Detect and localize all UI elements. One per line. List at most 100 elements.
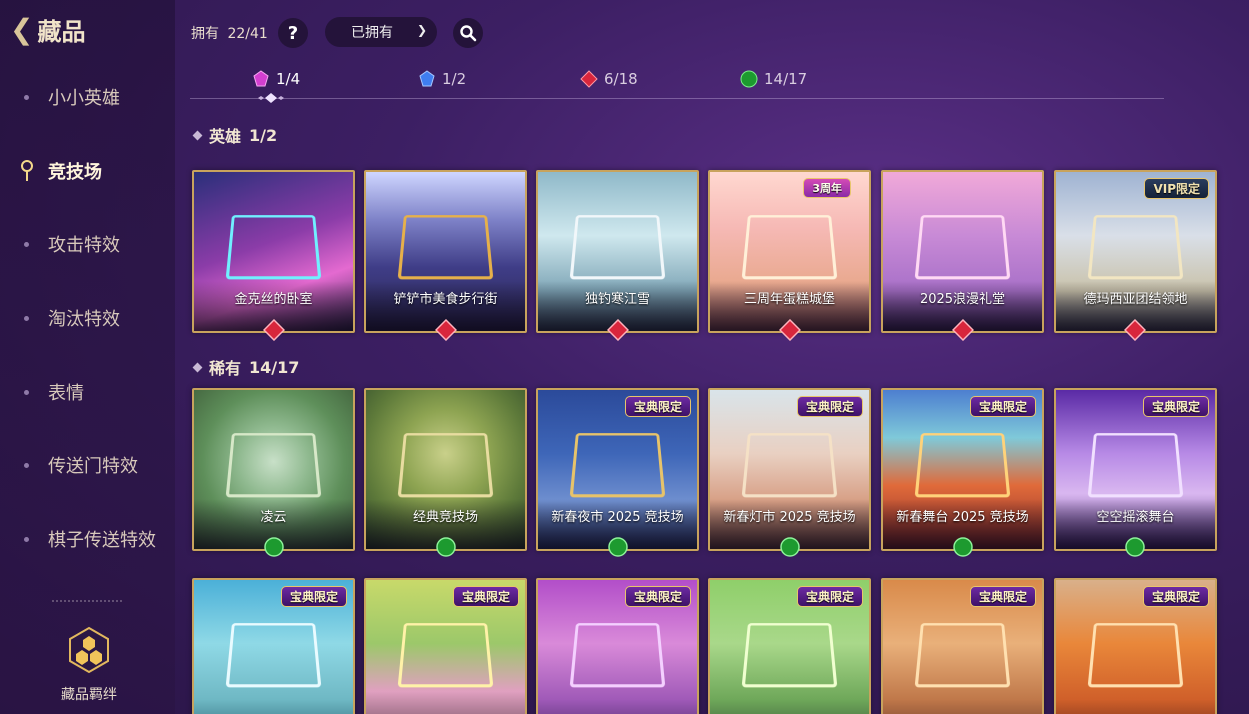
back-chevron-icon: ❮ <box>10 12 34 46</box>
red-gem-icon <box>435 319 457 341</box>
arena-pin-icon <box>21 160 33 181</box>
sidebar-item-unit-teleport-effects[interactable]: 棋子传送特效 <box>0 519 175 559</box>
bullet-icon <box>22 388 31 397</box>
rarity-count: 6/18 <box>604 70 638 88</box>
bullet-icon <box>22 461 31 470</box>
sidebar: ❮ 藏品 小小英雄 竞技场 攻击特效 淘汰特效 表情 传送门特效 棋子传送特效 <box>0 0 175 714</box>
arena-card[interactable]: 3周年 三周年蛋糕城堡 <box>708 170 871 333</box>
pass-exclusive-badge: 宝典限定 <box>969 586 1036 607</box>
page-title: 藏品 <box>37 18 86 46</box>
vip-badge: VIP限定 <box>1144 178 1209 199</box>
arena-card[interactable]: 宝典限定 <box>881 578 1044 714</box>
chevron-down-icon: ❯ <box>416 23 427 37</box>
rarity-tab-red[interactable]: 6/18 <box>580 70 638 88</box>
arena-name: 三周年蛋糕城堡 <box>743 292 835 307</box>
rarity-count: 14/17 <box>764 70 808 88</box>
red-gem-icon <box>263 319 285 341</box>
arena-name: 金克丝的卧室 <box>234 292 313 307</box>
arena-card[interactable]: 宝典限定 <box>708 578 871 714</box>
sidebar-item-elimination-effects[interactable]: 淘汰特效 <box>0 298 175 338</box>
bullet-icon <box>22 93 31 102</box>
green-gem-icon <box>608 537 628 557</box>
sidebar-item-label: 淘汰特效 <box>48 309 120 330</box>
search-button[interactable] <box>453 18 483 48</box>
arena-card[interactable]: 宝典限定 新春舞台 2025 竞技场 <box>881 388 1044 551</box>
filter-value: 已拥有 <box>351 25 393 41</box>
red-gem-icon <box>607 319 629 341</box>
arena-card[interactable]: 宝典限定 新春灯市 2025 竞技场 <box>708 388 871 551</box>
arena-card[interactable]: 宝典限定 空空摇滚舞台 <box>1054 388 1217 551</box>
section-title: 英雄 <box>209 127 242 146</box>
bullet-icon <box>22 535 31 544</box>
bullet-icon <box>22 314 31 323</box>
arena-name: 经典竞技场 <box>412 510 478 525</box>
arena-card[interactable]: 2025浪漫礼堂 <box>881 170 1044 333</box>
green-gem-icon <box>953 537 973 557</box>
arena-name: 新春夜市 2025 竞技场 <box>551 510 684 525</box>
back-button[interactable]: ❮ 藏品 <box>10 12 85 47</box>
arena-name: 德玛西亚团结领地 <box>1083 292 1188 307</box>
purple-gem-icon <box>253 70 269 87</box>
owned-value: 22/41 <box>227 26 268 42</box>
collection-bond-button[interactable]: 藏品羁绊 <box>56 626 122 704</box>
pass-exclusive-badge: 宝典限定 <box>969 396 1036 417</box>
anniversary-badge: 3周年 <box>803 178 851 198</box>
hexagon-bond-icon <box>69 626 109 674</box>
rarity-tab-purple[interactable]: 1/4 <box>252 70 300 88</box>
rarity-count: 1/2 <box>442 70 467 88</box>
red-gem-icon <box>1124 319 1146 341</box>
rarity-tab-green[interactable]: 14/17 <box>740 70 807 88</box>
sidebar-item-label: 棋子传送特效 <box>48 530 156 551</box>
section-header-rare: 稀有 14/17 <box>192 355 300 379</box>
rarity-tab-blue[interactable]: 1/2 <box>418 70 466 88</box>
arena-card[interactable]: 凌云 <box>192 388 355 551</box>
search-icon <box>460 25 477 42</box>
arena-card[interactable]: 宝典限定 <box>1054 578 1217 714</box>
pass-exclusive-badge: 宝典限定 <box>796 586 863 607</box>
section-header-epic: 英雄 1/2 <box>192 123 277 147</box>
help-button[interactable]: ? <box>278 18 308 48</box>
rarity-count: 1/4 <box>276 70 301 88</box>
sidebar-item-arena[interactable]: 竞技场 <box>0 151 175 191</box>
sidebar-item-little-legends[interactable]: 小小英雄 <box>0 77 175 117</box>
sidebar-item-portal-effects[interactable]: 传送门特效 <box>0 445 175 485</box>
sidebar-item-attack-effects[interactable]: 攻击特效 <box>0 224 175 264</box>
arena-name: 新春舞台 2025 竞技场 <box>896 510 1029 525</box>
arena-card[interactable]: 宝典限定 <box>364 578 527 714</box>
diamond-icon <box>192 130 203 140</box>
green-gem-icon <box>436 537 456 557</box>
pass-exclusive-badge: 宝典限定 <box>624 586 691 607</box>
arena-name: 铲铲市美食步行街 <box>393 292 498 307</box>
sidebar-overflow-hint <box>52 600 122 610</box>
green-gem-icon <box>740 70 758 88</box>
collection-bond-label: 藏品羁绊 <box>61 687 117 703</box>
sidebar-item-label: 竞技场 <box>48 162 102 183</box>
arena-card[interactable]: VIP限定 德玛西亚团结领地 <box>1054 170 1217 333</box>
diamond-icon <box>192 362 203 372</box>
section-count: 14/17 <box>249 357 300 377</box>
sidebar-item-emotes[interactable]: 表情 <box>0 372 175 412</box>
arena-name: 凌云 <box>260 510 287 525</box>
red-gem-icon <box>580 70 598 88</box>
arena-card[interactable]: 宝典限定 <box>536 578 699 714</box>
green-gem-icon <box>780 537 800 557</box>
pass-exclusive-badge: 宝典限定 <box>1142 586 1209 607</box>
help-icon: ? <box>287 22 299 44</box>
sidebar-item-label: 小小英雄 <box>48 88 120 109</box>
blue-gem-icon <box>419 70 435 87</box>
pass-exclusive-badge: 宝典限定 <box>624 396 691 417</box>
red-gem-icon <box>952 319 974 341</box>
arena-name: 2025浪漫礼堂 <box>919 292 1006 307</box>
arena-card[interactable]: 金克丝的卧室 <box>192 170 355 333</box>
arena-card[interactable]: 独钓寒江雪 <box>536 170 699 333</box>
pass-exclusive-badge: 宝典限定 <box>452 586 519 607</box>
ownership-filter-select[interactable]: 已拥有 ❯ <box>325 17 437 47</box>
owned-count: 拥有 22/41 <box>191 23 268 43</box>
pass-exclusive-badge: 宝典限定 <box>280 586 347 607</box>
pass-exclusive-badge: 宝典限定 <box>796 396 863 417</box>
arena-name: 空空摇滚舞台 <box>1096 510 1175 525</box>
arena-card[interactable]: 宝典限定 <box>192 578 355 714</box>
arena-card[interactable]: 铲铲市美食步行街 <box>364 170 527 333</box>
arena-card[interactable]: 经典竞技场 <box>364 388 527 551</box>
arena-card[interactable]: 宝典限定 新春夜市 2025 竞技场 <box>536 388 699 551</box>
